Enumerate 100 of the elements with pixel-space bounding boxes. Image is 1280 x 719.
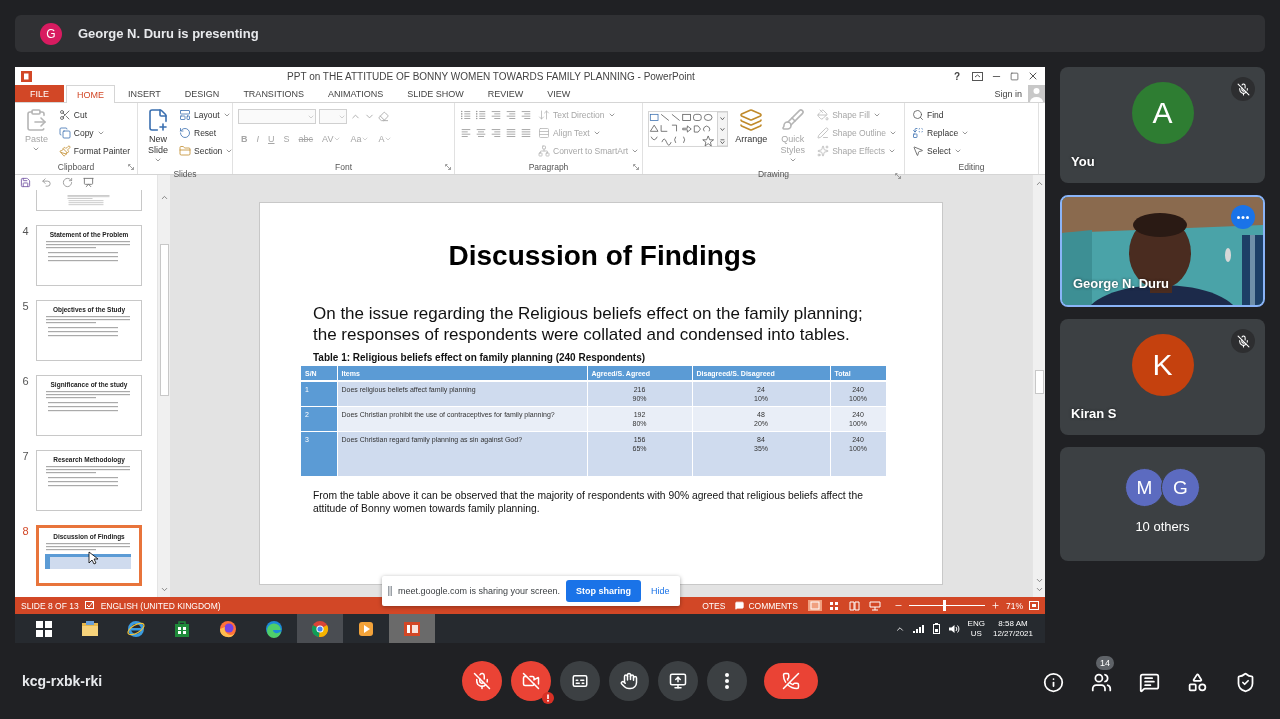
ribbon-button[interactable]: Arrange xyxy=(732,106,771,169)
ribbon-options-icon[interactable] xyxy=(972,71,983,81)
proofing-icon xyxy=(84,601,95,610)
decrease-indent-icon xyxy=(490,109,502,121)
participant-tile[interactable]: A You xyxy=(1060,67,1265,183)
caret-icon xyxy=(788,156,797,164)
ribbon-button[interactable]: Layout xyxy=(177,106,236,123)
diagram-icon xyxy=(538,144,550,157)
stop-sharing-button[interactable]: Stop sharing xyxy=(566,580,642,602)
copy-icon xyxy=(58,126,71,139)
caret-icon xyxy=(154,156,162,164)
line-spacing-icon xyxy=(520,109,532,121)
slide-number: 6 xyxy=(21,375,30,389)
save-icon[interactable] xyxy=(20,177,31,188)
replace-icon xyxy=(912,126,924,139)
microphone-button[interactable] xyxy=(462,661,502,701)
store-icon[interactable] xyxy=(172,618,192,639)
ribbon-button[interactable]: New Slide xyxy=(143,106,173,169)
ribbon-button[interactable]: Find xyxy=(910,106,972,123)
more-options-button[interactable] xyxy=(707,661,747,701)
ribbon-tab[interactable]: HOME xyxy=(66,85,115,103)
new-page-icon xyxy=(146,108,170,132)
folder-icon[interactable] xyxy=(80,618,100,639)
ribbon-button[interactable]: Section xyxy=(177,142,236,159)
signal-icon xyxy=(912,624,925,633)
slideshow-icon[interactable] xyxy=(83,177,94,188)
people-icon xyxy=(1090,671,1112,693)
slide-paragraph: From the table above it can be observed that the majority of respondents with 90% agreed that religious beliefs affect the attitude of Bonny women towards family planning. xyxy=(313,489,864,515)
dialog-launcher-icon[interactable] xyxy=(128,164,134,170)
participant-name: Kiran S xyxy=(1071,406,1117,421)
reset-icon xyxy=(179,126,191,139)
participant-avatar: K xyxy=(1131,334,1194,396)
align-left-icon xyxy=(460,127,472,139)
hand-icon xyxy=(620,672,638,690)
chrome-icon[interactable] xyxy=(310,618,330,639)
cursor-icon xyxy=(88,551,98,565)
group-label: Paragraph xyxy=(528,162,569,172)
ribbon-button[interactable]: Cut xyxy=(56,106,132,123)
edge-icon[interactable] xyxy=(264,618,284,639)
windows-start-icon[interactable] xyxy=(34,618,54,639)
leave-call-button[interactable] xyxy=(764,663,818,699)
participant-tile[interactable]: K Kiran S xyxy=(1060,319,1265,435)
drag-handle-icon[interactable] xyxy=(388,586,392,596)
zoom-thumb[interactable] xyxy=(943,600,947,611)
dialog-launcher-icon[interactable] xyxy=(445,164,451,170)
scroll-up-icon[interactable] xyxy=(1034,179,1044,188)
zoom-in-icon[interactable] xyxy=(991,601,1000,610)
raise-hand-button[interactable] xyxy=(609,661,649,701)
scroll-down-icon[interactable] xyxy=(159,585,169,594)
fit-slide-icon[interactable] xyxy=(1029,601,1039,610)
align-right-icon xyxy=(490,127,502,139)
brush-icon xyxy=(780,108,805,132)
ribbon-button[interactable]: Replace xyxy=(910,124,972,141)
activities-icon xyxy=(1186,671,1208,693)
sign-in-link[interactable]: Sign in xyxy=(988,85,1028,102)
people-button[interactable]: 14 xyxy=(1088,656,1114,694)
close-icon[interactable] xyxy=(1027,70,1039,82)
comments-button[interactable]: COMMENTS xyxy=(735,600,798,611)
battery-icon xyxy=(932,623,940,634)
next-slide-icon[interactable] xyxy=(1034,585,1044,594)
participant-tile[interactable]: M G 10 others xyxy=(1060,447,1265,561)
mic-off-icon xyxy=(1236,82,1250,96)
captions-icon xyxy=(571,672,589,690)
scroll-thumb[interactable] xyxy=(159,244,169,396)
dialog-launcher-icon[interactable] xyxy=(895,173,901,179)
input-region: US xyxy=(970,628,982,639)
zoom-percent: 71% xyxy=(1006,600,1023,611)
scroll-down-icon[interactable] xyxy=(1034,576,1044,585)
dialog-launcher-icon[interactable] xyxy=(633,164,639,170)
group-label: Editing xyxy=(958,162,985,172)
comment-icon xyxy=(735,601,745,610)
file-tab[interactable]: FILE xyxy=(15,85,64,102)
captions-button[interactable] xyxy=(560,661,600,701)
clock-time: 8:58 AM xyxy=(998,618,1028,629)
ribbon-button[interactable]: Reset xyxy=(177,124,236,141)
notes-button[interactable]: OTES xyxy=(702,600,726,611)
ribbon-button[interactable]: Select xyxy=(910,142,972,159)
slide-counter: SLIDE 8 OF 13 xyxy=(21,600,79,611)
slide-thumbnail[interactable] xyxy=(36,190,142,211)
slide-number: 7 xyxy=(21,450,30,464)
presenter-text: George N. Duru is presenting xyxy=(78,26,259,41)
browser-icon[interactable] xyxy=(126,618,146,639)
camera-off-icon xyxy=(522,672,540,690)
slide-number: 8 xyxy=(21,525,30,539)
scroll-up-icon[interactable] xyxy=(159,193,169,202)
camera-button[interactable] xyxy=(511,661,551,701)
layers-icon xyxy=(739,108,764,132)
slide-paragraph: On the issue regarding the Religious beliefs effect on the family planning; the responses of respondents were collated and condensed into tables. xyxy=(313,303,864,345)
help-button[interactable]: ? xyxy=(949,70,964,82)
ribbon-button[interactable]: Format Painter xyxy=(56,142,132,159)
volume-icon xyxy=(947,623,960,634)
scroll-thumb[interactable] xyxy=(1034,370,1044,394)
restore-icon[interactable] xyxy=(1010,71,1019,81)
ribbon-button[interactable]: Copy xyxy=(56,124,132,141)
others-count: 10 others xyxy=(1135,519,1190,534)
present-button[interactable] xyxy=(658,661,698,701)
firefox-icon[interactable] xyxy=(218,618,238,639)
hide-link[interactable]: Hide xyxy=(647,586,674,596)
columns-icon xyxy=(520,127,532,139)
sparkles-icon xyxy=(817,144,830,157)
